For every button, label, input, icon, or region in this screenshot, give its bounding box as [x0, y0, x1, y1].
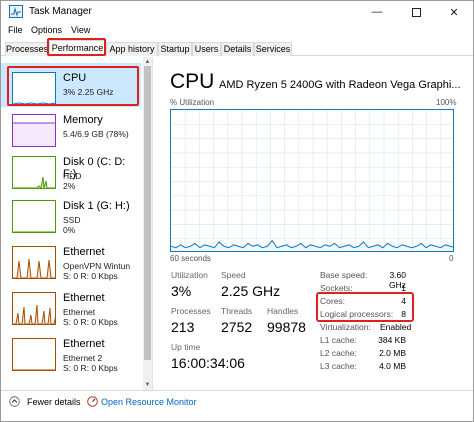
- close-button[interactable]: ✕: [434, 1, 474, 23]
- resource-detail: SSD: [63, 215, 81, 225]
- resource-detail: Ethernet: [63, 307, 96, 317]
- resource-name: Disk 1 (G: H:): [63, 200, 130, 212]
- tab-users[interactable]: Users: [192, 42, 221, 56]
- menu-file[interactable]: File: [8, 25, 23, 35]
- fewer-details-link[interactable]: Fewer details: [27, 397, 81, 407]
- handles-value: 99878: [267, 319, 306, 335]
- resource-detail: S: 0 R: 0 Kbps: [63, 363, 118, 373]
- scroll-up-icon[interactable]: ▲: [144, 58, 151, 66]
- resource-item-memory[interactable]: Memory 5.4/6.9 GB (78%): [1, 105, 141, 149]
- spec-value: Enabled: [380, 322, 412, 332]
- ethernet-thumbnail-graph: [12, 246, 56, 279]
- window-title: Task Manager: [29, 6, 92, 17]
- cores-highlight: [316, 292, 414, 322]
- page-title: CPU: [170, 70, 215, 93]
- cpu-utilization-graph: [170, 109, 454, 252]
- graph-y-label: % Utilization: [170, 98, 215, 107]
- resource-name: Ethernet: [63, 292, 105, 304]
- utilization-value: 3%: [171, 283, 192, 299]
- spec-label: Base speed:: [320, 270, 368, 280]
- resource-detail: 2%: [63, 181, 76, 191]
- processes-label: Processes: [171, 306, 211, 316]
- resource-detail: S: 0 R: 0 Kbps: [63, 271, 118, 281]
- spec-value: 4.0 MB: [379, 361, 406, 371]
- title-bar[interactable]: Task Manager — ✕: [1, 1, 473, 23]
- resource-item-disk1[interactable]: Disk 1 (G: H:) SSD 0%: [1, 191, 141, 235]
- resource-detail: HDD: [63, 171, 82, 181]
- resource-detail: 0%: [63, 225, 76, 235]
- scroll-thumb[interactable]: [144, 66, 151, 360]
- disk1-thumbnail-graph: [12, 200, 56, 233]
- menu-options[interactable]: Options: [31, 25, 62, 35]
- cpu-graph-svg: [171, 110, 453, 251]
- ethernet-thumbnail-graph: [12, 292, 56, 325]
- utilization-label: Utilization: [171, 270, 208, 280]
- resource-name: Ethernet: [63, 338, 105, 350]
- cpu-item-highlight: [7, 66, 139, 106]
- resource-item-ethernet-2[interactable]: Ethernet Ethernet 2 S: 0 R: 0 Kbps: [1, 329, 141, 373]
- fewer-details-icon[interactable]: [9, 396, 20, 407]
- menu-view[interactable]: View: [71, 25, 90, 35]
- ethernet-thumbnail-graph: [12, 338, 56, 371]
- minimize-button[interactable]: —: [357, 1, 397, 23]
- threads-value: 2752: [221, 319, 253, 335]
- tab-startup[interactable]: Startup: [158, 42, 192, 56]
- tab-services[interactable]: Services: [254, 42, 292, 56]
- resource-name: Ethernet: [63, 246, 105, 258]
- resource-detail: Ethernet 2: [63, 353, 103, 363]
- threads-label: Threads: [221, 306, 253, 316]
- spec-label: L3 cache:: [320, 361, 357, 371]
- handles-label: Handles: [267, 306, 299, 316]
- open-resource-monitor-link[interactable]: Open Resource Monitor: [101, 397, 197, 407]
- resource-list: CPU 3% 2.25 GHz Memory 5.4/6.9 GB (78%) …: [1, 57, 153, 390]
- memory-thumbnail-graph: [12, 114, 56, 147]
- resource-item-disk0[interactable]: Disk 0 (C: D: F:) HDD 2%: [1, 147, 141, 191]
- close-icon: ✕: [449, 6, 459, 19]
- graph-x-label-right: 0: [449, 254, 454, 263]
- spec-label: Virtualization:: [320, 322, 371, 332]
- resource-monitor-icon[interactable]: [87, 396, 98, 407]
- disk0-thumbnail-graph: [12, 156, 56, 189]
- minimize-icon: —: [371, 6, 383, 18]
- menu-bar: File Options View: [1, 24, 473, 38]
- resource-item-ethernet[interactable]: Ethernet Ethernet S: 0 R: 0 Kbps: [1, 283, 141, 327]
- tab-processes[interactable]: Processes: [5, 42, 49, 56]
- resource-detail: OpenVPN Wintun: [63, 261, 131, 271]
- tab-app-history[interactable]: App history: [106, 42, 158, 56]
- resource-item-ethernet-openvpn[interactable]: Ethernet OpenVPN Wintun S: 0 R: 0 Kbps: [1, 237, 141, 281]
- spec-label: L1 cache:: [320, 335, 357, 345]
- task-manager-icon: [9, 5, 23, 18]
- uptime-value: 16:00:34:06: [171, 355, 245, 371]
- spec-value: 2.0 MB: [379, 348, 406, 358]
- resource-detail: 5.4/6.9 GB (78%): [63, 129, 129, 139]
- uptime-label: Up time: [171, 342, 201, 352]
- graph-x-label-left: 60 seconds: [170, 254, 211, 263]
- maximize-icon: [411, 7, 421, 17]
- tab-details[interactable]: Details: [221, 42, 254, 56]
- performance-tab-highlight: [47, 38, 106, 56]
- speed-value: 2.25 GHz: [221, 283, 281, 299]
- processes-value: 213: [171, 319, 195, 335]
- speed-label: Speed: [221, 270, 246, 280]
- cpu-model-name: AMD Ryzen 5 2400G with Radeon Vega Graph…: [219, 79, 461, 91]
- scroll-down-icon[interactable]: ▼: [144, 381, 151, 389]
- graph-y-max-label: 100%: [436, 98, 457, 107]
- resource-detail: S: 0 R: 0 Kbps: [63, 317, 118, 327]
- spec-label: L2 cache:: [320, 348, 357, 358]
- spec-value: 384 KB: [378, 335, 406, 345]
- resource-name: Memory: [63, 114, 103, 126]
- maximize-button[interactable]: [396, 1, 436, 23]
